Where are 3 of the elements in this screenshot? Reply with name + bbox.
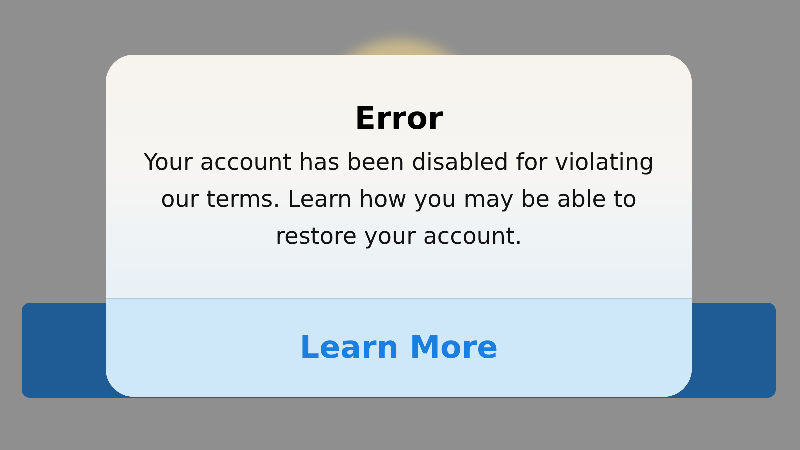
alert-title: Error xyxy=(354,100,444,139)
learn-more-button[interactable]: Learn More xyxy=(106,299,692,397)
alert-message: Your account has been disabled for violating our terms. Learn how you may be able to restore your account. xyxy=(142,149,656,252)
